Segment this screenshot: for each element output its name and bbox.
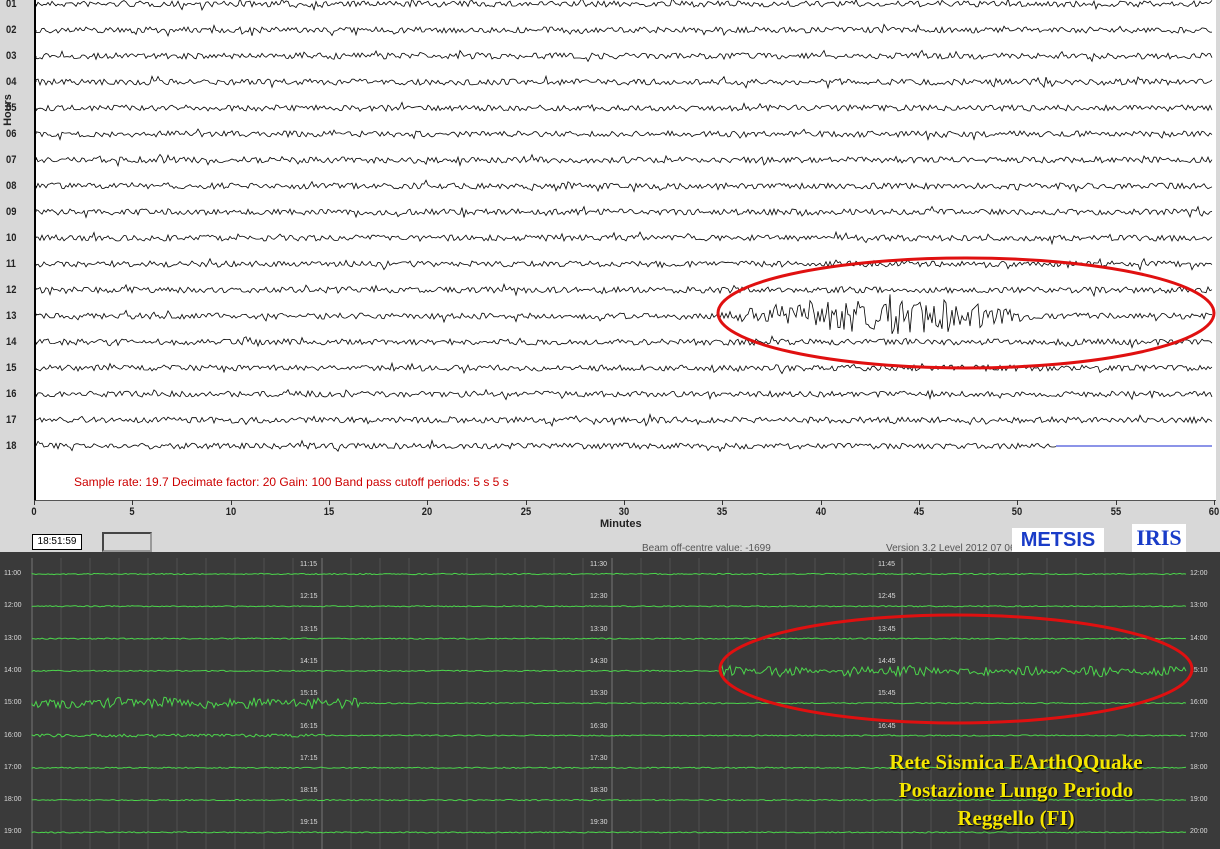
caption-line-1: Rete Sismica EArthQQuake [889,750,1143,774]
seismogram-trace [35,74,1213,90]
drum-trace [31,637,1187,640]
seismogram-trace [35,335,1213,349]
caption-line-3: Reggello (FI) [957,806,1075,830]
station-caption: Rete Sismica EArthQQuake Postazione Lung… [846,748,1186,832]
seismogram-trace [35,179,1213,193]
seismogram-trace [35,101,1213,113]
seismogram-trace [35,153,1213,168]
seismogram-trace [35,23,1213,38]
seismogram-trace [35,0,1213,12]
seismogram-trace [35,294,1213,335]
event-highlight-ellipse [716,256,1216,370]
drum-trace [31,733,1187,738]
seismogram-trace [35,439,1057,453]
seismogram-trace [35,388,1213,401]
seismogram-trace [35,205,1213,219]
drum-trace [31,605,1187,608]
seismogram-traces [31,0,1216,849]
seismogram-trace [35,128,1213,141]
seismogram-trace [35,49,1213,63]
seismogram-trace [35,413,1213,427]
drum-trace [31,572,1187,576]
seismogram-trace [35,230,1213,246]
seismogram-trace [35,283,1213,298]
drum-trace [31,696,1187,710]
caption-line-2: Postazione Lungo Periodo [898,778,1134,802]
drum-trace [31,664,1187,678]
